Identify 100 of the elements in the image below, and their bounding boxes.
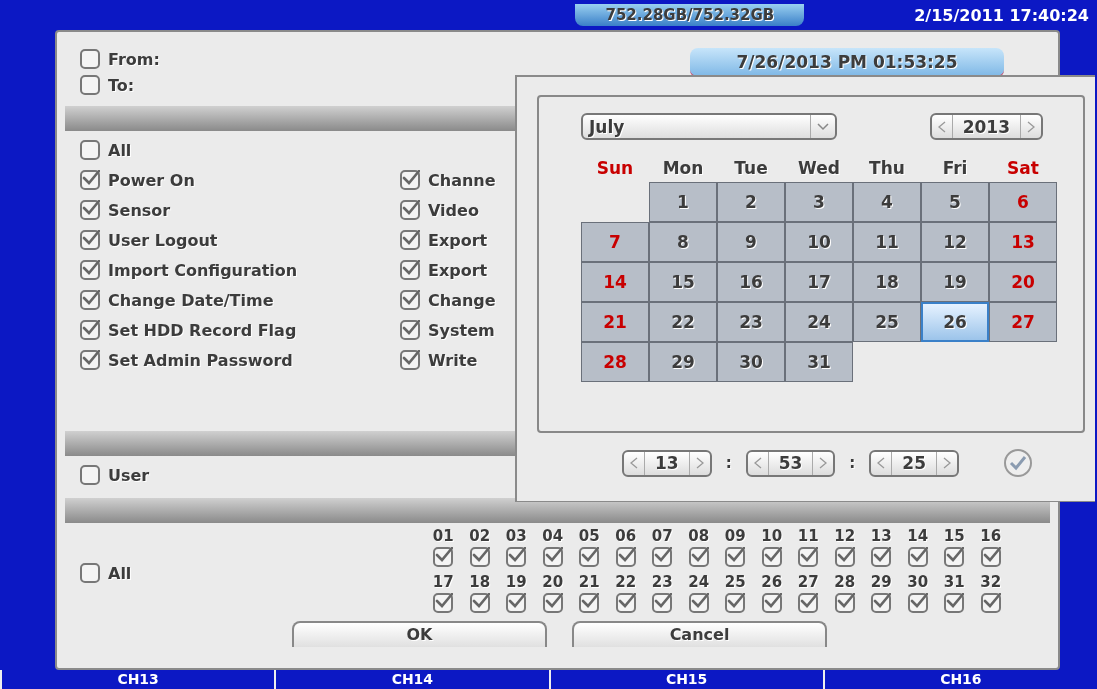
checkbox[interactable] [80, 230, 100, 250]
checkbox[interactable] [798, 547, 819, 567]
checkbox[interactable] [506, 547, 527, 567]
checkbox[interactable] [980, 593, 1001, 613]
checkbox[interactable] [907, 547, 928, 567]
checkbox[interactable] [542, 593, 563, 613]
calendar-day[interactable]: 10 [785, 222, 853, 262]
checkbox[interactable] [542, 547, 563, 567]
checkbox[interactable] [506, 593, 527, 613]
checkbox[interactable] [615, 547, 636, 567]
checkbox[interactable] [400, 260, 420, 280]
time-spinner[interactable]: 25 [869, 449, 959, 477]
calendar-day[interactable]: 15 [649, 262, 717, 302]
calendar-day[interactable]: 14 [581, 262, 649, 302]
checkbox[interactable] [944, 593, 965, 613]
calendar-day[interactable]: 26 [921, 302, 989, 342]
calendar-day[interactable]: 7 [581, 222, 649, 262]
channel-number: 29 [870, 573, 892, 593]
checkbox[interactable] [80, 563, 100, 583]
checkbox[interactable] [944, 547, 965, 567]
checkbox[interactable] [871, 593, 892, 613]
checkbox[interactable] [798, 593, 819, 613]
calendar-day[interactable]: 27 [989, 302, 1057, 342]
checkbox[interactable] [80, 465, 100, 485]
checkbox[interactable] [688, 547, 709, 567]
checkbox[interactable] [652, 547, 673, 567]
time-spinner[interactable]: 53 [745, 449, 836, 477]
calendar-day[interactable]: 11 [853, 222, 921, 262]
time-separator: : [725, 454, 732, 472]
time-spinner[interactable]: 13 [622, 449, 712, 477]
checkbox[interactable] [400, 320, 420, 340]
checkbox[interactable] [907, 593, 928, 613]
checkbox[interactable] [80, 170, 100, 190]
checkbox[interactable] [579, 593, 600, 613]
checkbox[interactable] [615, 593, 636, 613]
checkbox[interactable] [80, 290, 100, 310]
checkbox[interactable] [834, 593, 855, 613]
checkbox[interactable] [80, 140, 100, 160]
checkbox[interactable] [725, 593, 746, 613]
checkbox[interactable] [980, 547, 1001, 567]
calendar-day[interactable]: 30 [717, 342, 785, 382]
confirm-check-icon[interactable] [1003, 448, 1033, 478]
storage-readout: 752.28GB/752.32GB [575, 4, 805, 26]
channel-number: 15 [943, 527, 965, 547]
calendar-day[interactable]: 5 [921, 182, 989, 222]
checkbox-label: User [108, 465, 150, 485]
calendar-day[interactable]: 1 [649, 182, 717, 222]
calendar-day[interactable]: 23 [717, 302, 785, 342]
calendar-day[interactable]: 8 [649, 222, 717, 262]
datetime-display[interactable]: 7/26/2013 PM 01:53:25 [690, 48, 1004, 78]
checkbox[interactable] [688, 593, 709, 613]
calendar-day[interactable]: 18 [853, 262, 921, 302]
calendar-day[interactable]: 16 [717, 262, 785, 302]
checkbox[interactable] [469, 593, 490, 613]
calendar-day[interactable]: 28 [581, 342, 649, 382]
calendar-day[interactable]: 3 [785, 182, 853, 222]
calendar-day[interactable]: 20 [989, 262, 1057, 302]
checkbox[interactable] [80, 200, 100, 220]
checkbox[interactable] [725, 547, 746, 567]
checkbox[interactable] [400, 350, 420, 370]
checkbox[interactable] [400, 200, 420, 220]
calendar-day[interactable]: 29 [649, 342, 717, 382]
calendar-day[interactable]: 13 [989, 222, 1057, 262]
ok-button[interactable]: OK [292, 621, 547, 647]
checkbox[interactable] [761, 593, 782, 613]
channel-number: 27 [797, 573, 819, 593]
checkbox[interactable] [400, 230, 420, 250]
checkbox[interactable] [400, 170, 420, 190]
calendar-day[interactable]: 25 [853, 302, 921, 342]
checkbox-label: Change Date/Time [108, 290, 274, 310]
calendar-day[interactable]: 17 [785, 262, 853, 302]
checkbox[interactable] [652, 593, 673, 613]
checkbox[interactable] [80, 260, 100, 280]
checkbox[interactable] [80, 320, 100, 340]
checkbox[interactable] [469, 547, 490, 567]
year-spinner[interactable]: 2013 [929, 113, 1043, 140]
cancel-button[interactable]: Cancel [572, 621, 827, 647]
checkbox[interactable] [400, 290, 420, 310]
checkbox[interactable] [80, 49, 100, 69]
checkbox[interactable] [579, 547, 600, 567]
calendar-day[interactable]: 31 [785, 342, 853, 382]
checkbox[interactable] [834, 547, 855, 567]
calendar-day[interactable]: 9 [717, 222, 785, 262]
checkbox[interactable] [80, 350, 100, 370]
month-dropdown[interactable]: July [581, 113, 837, 140]
calendar-day[interactable]: 12 [921, 222, 989, 262]
checkbox[interactable] [433, 593, 454, 613]
channel-number: 11 [797, 527, 819, 547]
checkbox[interactable] [80, 75, 100, 95]
caret-icon [817, 122, 829, 131]
calendar-day[interactable]: 6 [989, 182, 1057, 222]
calendar-day[interactable]: 22 [649, 302, 717, 342]
calendar-day[interactable]: 4 [853, 182, 921, 222]
checkbox[interactable] [871, 547, 892, 567]
calendar-day[interactable]: 21 [581, 302, 649, 342]
checkbox[interactable] [761, 547, 782, 567]
checkbox[interactable] [433, 547, 454, 567]
calendar-day[interactable]: 24 [785, 302, 853, 342]
calendar-day[interactable]: 2 [717, 182, 785, 222]
calendar-day[interactable]: 19 [921, 262, 989, 302]
